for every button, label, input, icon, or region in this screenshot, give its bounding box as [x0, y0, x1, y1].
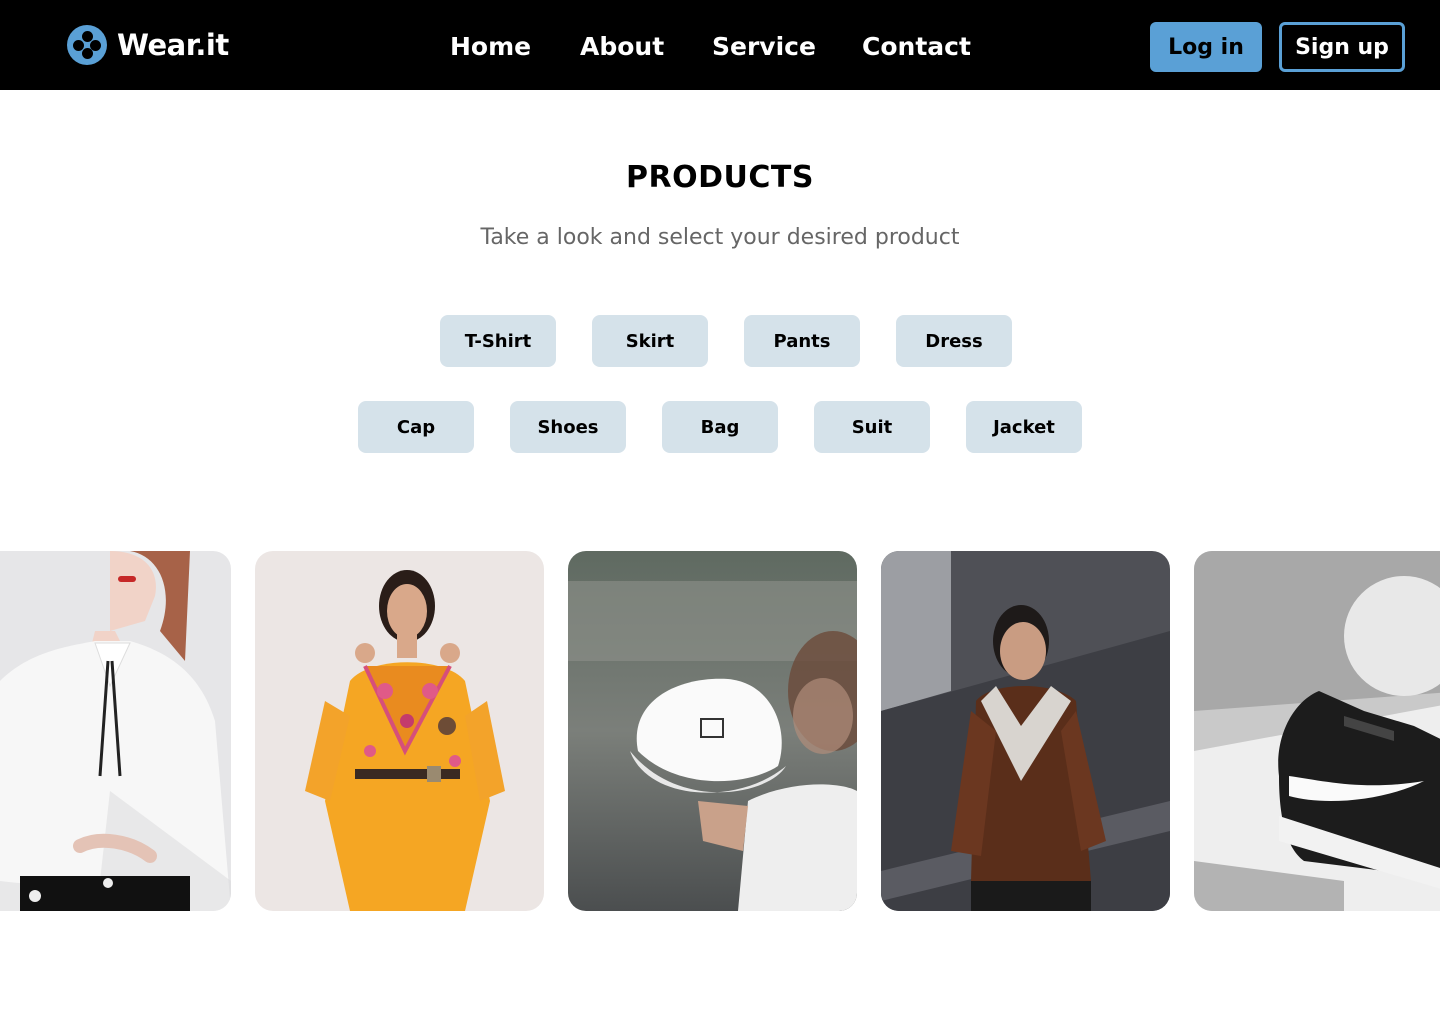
- yellow-dress-photo: [255, 551, 544, 911]
- category-chip-jacket[interactable]: Jacket: [966, 401, 1082, 453]
- brand-name: Wear.it: [117, 28, 229, 62]
- category-chip-pants[interactable]: Pants: [744, 315, 860, 367]
- signup-button[interactable]: Sign up: [1279, 22, 1405, 72]
- logo-icon: [67, 25, 107, 65]
- category-chip-bag[interactable]: Bag: [662, 401, 778, 453]
- product-card-blouse[interactable]: [0, 551, 231, 911]
- white-cap-photo: [568, 551, 857, 911]
- brand-logo[interactable]: Wear.it: [67, 25, 229, 65]
- page-title: PRODUCTS: [626, 160, 814, 195]
- page-subtitle: Take a look and select your desired prod…: [480, 225, 960, 250]
- black-sneaker-photo: [1194, 551, 1440, 911]
- category-chip-shoes[interactable]: Shoes: [510, 401, 626, 453]
- category-chip-dress[interactable]: Dress: [896, 315, 1012, 367]
- login-button[interactable]: Log in: [1150, 22, 1262, 72]
- product-card-jacket[interactable]: [881, 551, 1170, 911]
- category-chip-suit[interactable]: Suit: [814, 401, 930, 453]
- white-blouse-photo: [0, 551, 231, 911]
- product-card-cap[interactable]: [568, 551, 857, 911]
- category-chip-skirt[interactable]: Skirt: [592, 315, 708, 367]
- category-chip-cap[interactable]: Cap: [358, 401, 474, 453]
- product-card-shoes[interactable]: [1194, 551, 1440, 911]
- nav-link-about[interactable]: About: [580, 30, 664, 64]
- nav-link-home[interactable]: Home: [450, 30, 531, 64]
- nav-link-contact[interactable]: Contact: [862, 30, 971, 64]
- category-chip-tshirt[interactable]: T-Shirt: [440, 315, 556, 367]
- brown-jacket-photo: [881, 551, 1170, 911]
- top-navbar: Wear.it Home About Service Contact Log i…: [0, 0, 1440, 90]
- product-card-dress[interactable]: [255, 551, 544, 911]
- nav-link-service[interactable]: Service: [712, 30, 816, 64]
